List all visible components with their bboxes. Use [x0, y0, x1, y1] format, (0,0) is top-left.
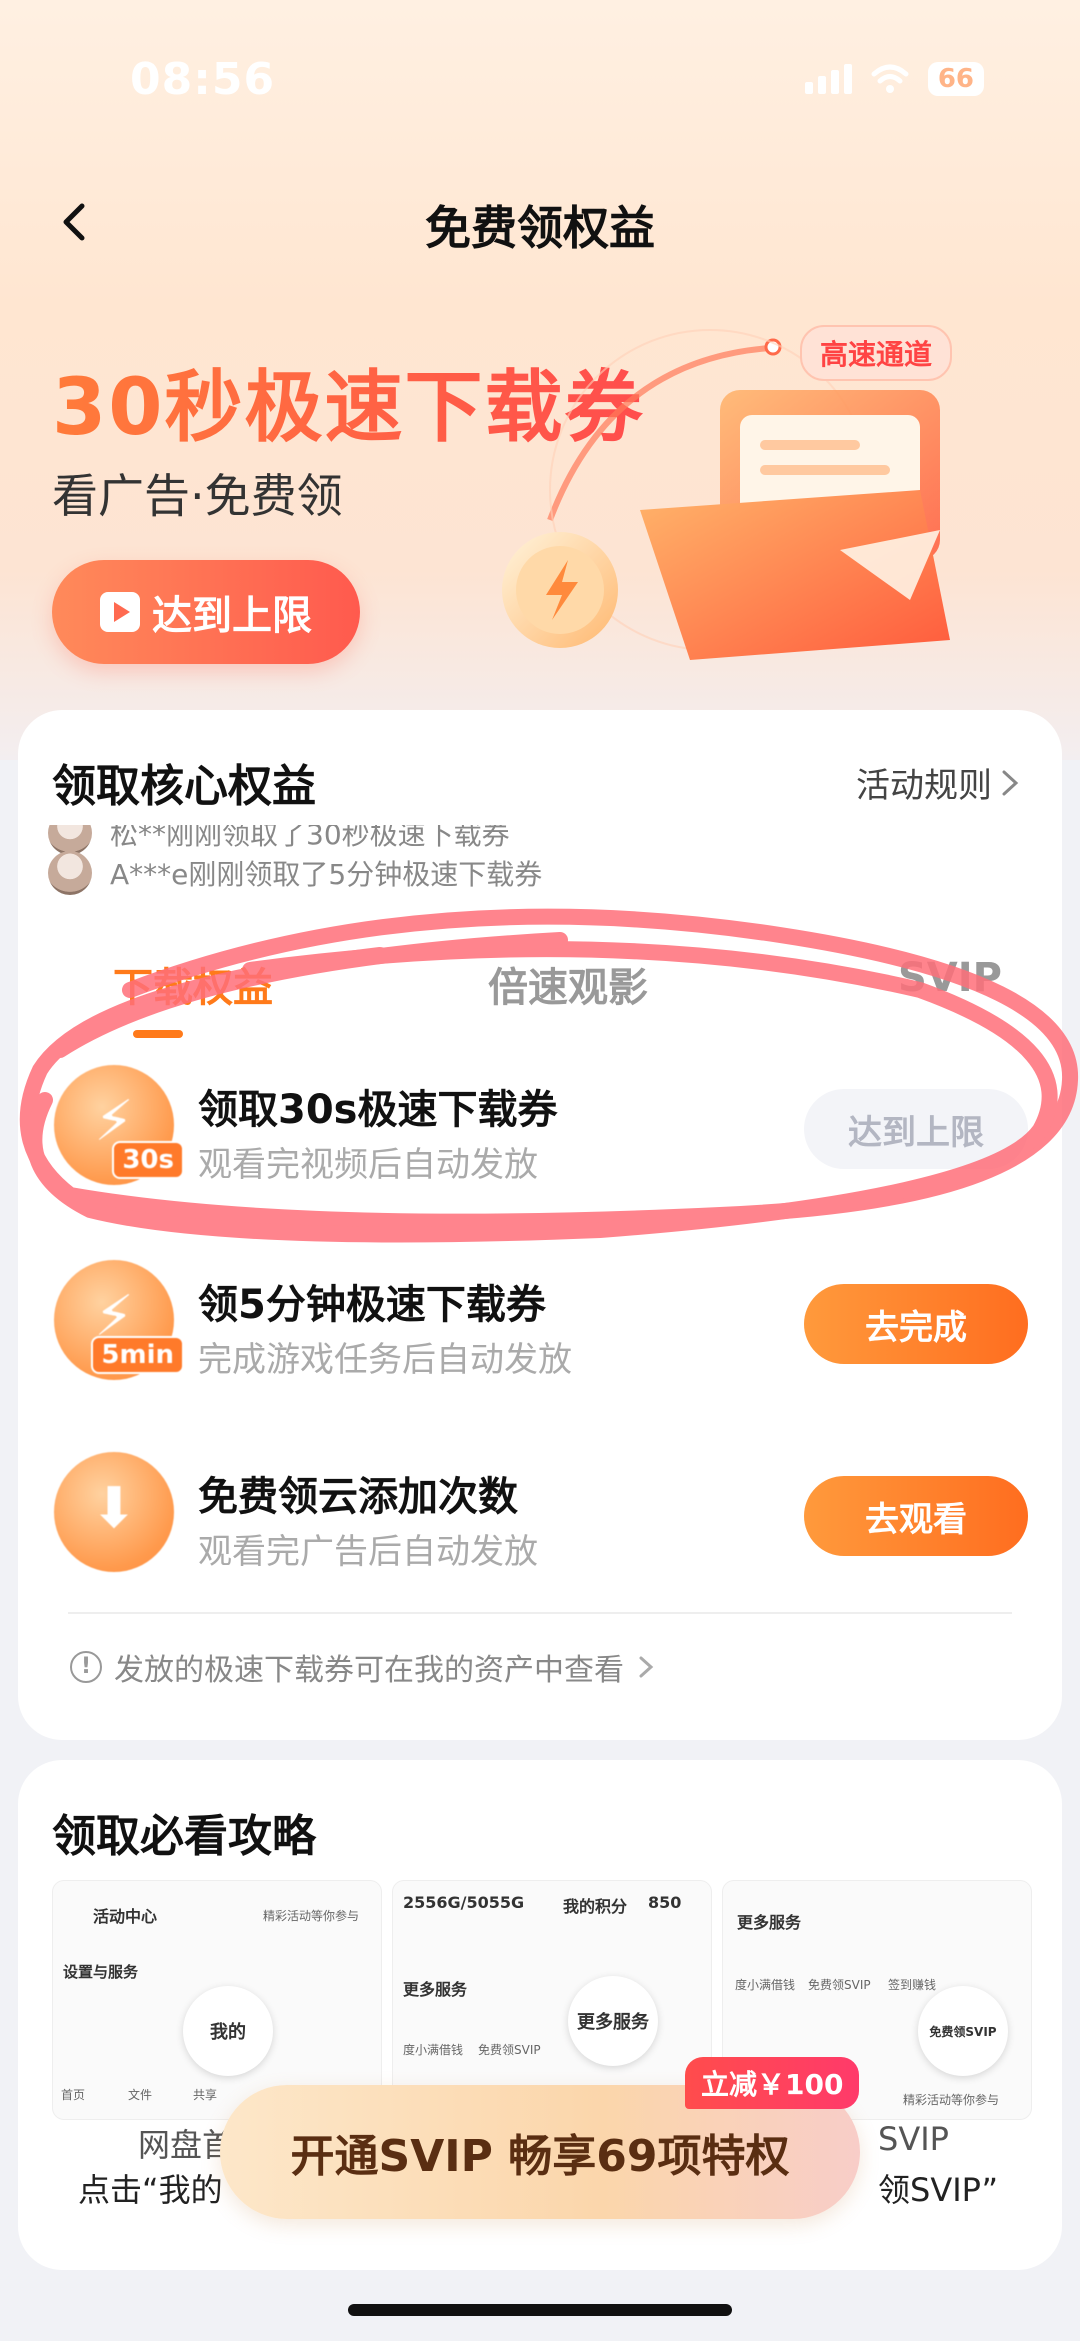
- guide-caption: 点击“我的: [78, 2171, 223, 2209]
- service-item: 免费领SVIP: [808, 1978, 871, 1992]
- guide-caption: SVIP: [878, 2120, 949, 2158]
- hint-text: 精彩活动等你参与: [263, 1909, 360, 1923]
- status-icons: 66: [804, 62, 984, 96]
- task-description: 观看完广告后自动发放: [198, 1532, 538, 1572]
- task-title: 免费领云添加次数: [198, 1474, 518, 1520]
- core-benefits-card: 领取核心权益 活动规则 松**刚刚领取了30秒极速下载券 A***e刚刚领取了5…: [18, 710, 1062, 1740]
- tab-home-label: 首页: [61, 2088, 86, 2102]
- task-row: ⚡ 30s 领取30s极速下载券 观看完视频后自动发放 达到上限: [18, 1045, 1062, 1195]
- assets-tip-text: 发放的极速下载券可在我的资产中查看: [114, 1653, 624, 1688]
- ticker-text: A***e刚刚领取了5分钟极速下载券: [110, 858, 543, 891]
- task-description: 观看完视频后自动发放: [198, 1145, 538, 1185]
- lightning-icon: ⚡ 30s: [54, 1065, 184, 1185]
- limit-reached-button[interactable]: 达到上限: [804, 1089, 1028, 1169]
- svip-label: 开通SVIP 畅享69项特权: [290, 2131, 790, 2182]
- tab-files-label: 文件: [128, 2088, 153, 2102]
- wifi-icon: [871, 64, 909, 93]
- task-title: 领取30s极速下载券: [198, 1087, 558, 1133]
- hint-text: 精彩活动等你参与: [903, 2093, 1000, 2107]
- lightning-icon: ⚡ 5min: [54, 1260, 184, 1380]
- status-bar: 08:56 66: [0, 48, 1080, 108]
- task-row: ⬇ 免费领云添加次数 观看完广告后自动发放 去观看: [18, 1432, 1062, 1582]
- signal-icon: [804, 64, 852, 94]
- tab-speed-playback[interactable]: 倍速观影: [488, 955, 648, 1013]
- more-services-label: 更多服务: [403, 1980, 468, 1999]
- service-item: 免费领SVIP: [478, 2043, 541, 2057]
- claim-ticker: 松**刚刚领取了30秒极速下载券 A***e刚刚领取了5分钟极速下载券: [48, 825, 1028, 905]
- settings-section-label: 设置与服务: [63, 1963, 139, 1981]
- free-svip-circle-label: 免费领SVIP: [918, 1986, 1008, 2076]
- battery-icon: 66: [927, 62, 984, 96]
- avatar: [48, 851, 92, 895]
- points-value: 850: [648, 1893, 682, 1912]
- info-circle-icon: !: [70, 1651, 102, 1683]
- task-description: 完成游戏任务后自动发放: [198, 1340, 572, 1380]
- service-item: 签到赚钱: [888, 1978, 937, 1992]
- service-item: 度小满借钱: [403, 2043, 464, 2057]
- chevron-right-icon: [1002, 770, 1019, 795]
- benefit-tabs: 下载权益 倍速观影 SVIP: [18, 935, 1062, 1038]
- hero-subtitle: 看广告·免费领: [52, 469, 343, 523]
- go-complete-button[interactable]: 去完成: [804, 1284, 1028, 1364]
- ticker-text: 松**刚刚领取了30秒极速下载券: [110, 825, 510, 851]
- hero-watch-ad-button[interactable]: 达到上限: [52, 560, 360, 664]
- points-label: 我的积分: [563, 1897, 628, 1916]
- nav-bar: 免费领权益: [0, 180, 1080, 260]
- tab-share-label: 共享: [193, 2088, 218, 2102]
- discount-badge: 立减￥100: [685, 2057, 860, 2109]
- hero-button-label: 达到上限: [152, 593, 312, 639]
- chevron-right-icon: [639, 1656, 654, 1678]
- guide-title: 领取必看攻略: [52, 1811, 316, 1862]
- activity-center-label: 活动中心: [93, 1907, 158, 1926]
- service-item: 度小满借钱: [735, 1978, 796, 1992]
- tab-download-benefits[interactable]: 下载权益: [113, 955, 273, 1013]
- fast-lane-badge: 高速通道: [800, 325, 953, 381]
- core-benefits-title: 领取核心权益: [52, 761, 316, 812]
- ticker-item: 松**刚刚领取了30秒极速下载券: [48, 825, 1028, 855]
- more-services-label: 更多服务: [737, 1913, 802, 1932]
- activity-rules-label: 活动规则: [856, 766, 992, 806]
- assets-tip-link[interactable]: ! 发放的极速下载券可在我的资产中查看: [70, 1645, 656, 1689]
- storage-label: 2556G/5055G: [403, 1893, 525, 1912]
- task-tag: 30s: [112, 1141, 184, 1179]
- tab-svip[interactable]: SVIP: [898, 955, 1002, 1001]
- guide-step-1: 活动中心 精彩活动等你参与 设置与服务 我的 首页 文件 共享 发现 我的: [52, 1880, 382, 2120]
- home-indicator[interactable]: [348, 2304, 732, 2316]
- page-title: 免费领权益: [425, 201, 655, 255]
- more-services-circle-label: 更多服务: [568, 1976, 658, 2066]
- active-tab-indicator: [133, 1030, 183, 1038]
- download-arrow-icon: ⬇: [54, 1452, 174, 1572]
- folder-illustration: [502, 329, 950, 660]
- status-time: 08:56: [130, 54, 276, 105]
- task-tag: 5min: [91, 1336, 184, 1374]
- activity-rules-link[interactable]: 活动规则: [856, 758, 1022, 807]
- ticker-item: A***e刚刚领取了5分钟极速下载券: [48, 851, 1028, 895]
- me-circle-label: 我的: [183, 1986, 273, 2076]
- task-title: 领5分钟极速下载券: [198, 1282, 546, 1328]
- divider: [68, 1612, 1012, 1614]
- guide-caption: 领SVIP”: [878, 2171, 999, 2209]
- play-icon: [100, 592, 140, 632]
- task-row: ⚡ 5min 领5分钟极速下载券 完成游戏任务后自动发放 去完成: [18, 1240, 1062, 1390]
- go-watch-button[interactable]: 去观看: [804, 1476, 1028, 1556]
- guide-step-2: 2556G/5055G 我的积分 850 更多服务 度小满借钱 免费领SVIP …: [392, 1880, 712, 2120]
